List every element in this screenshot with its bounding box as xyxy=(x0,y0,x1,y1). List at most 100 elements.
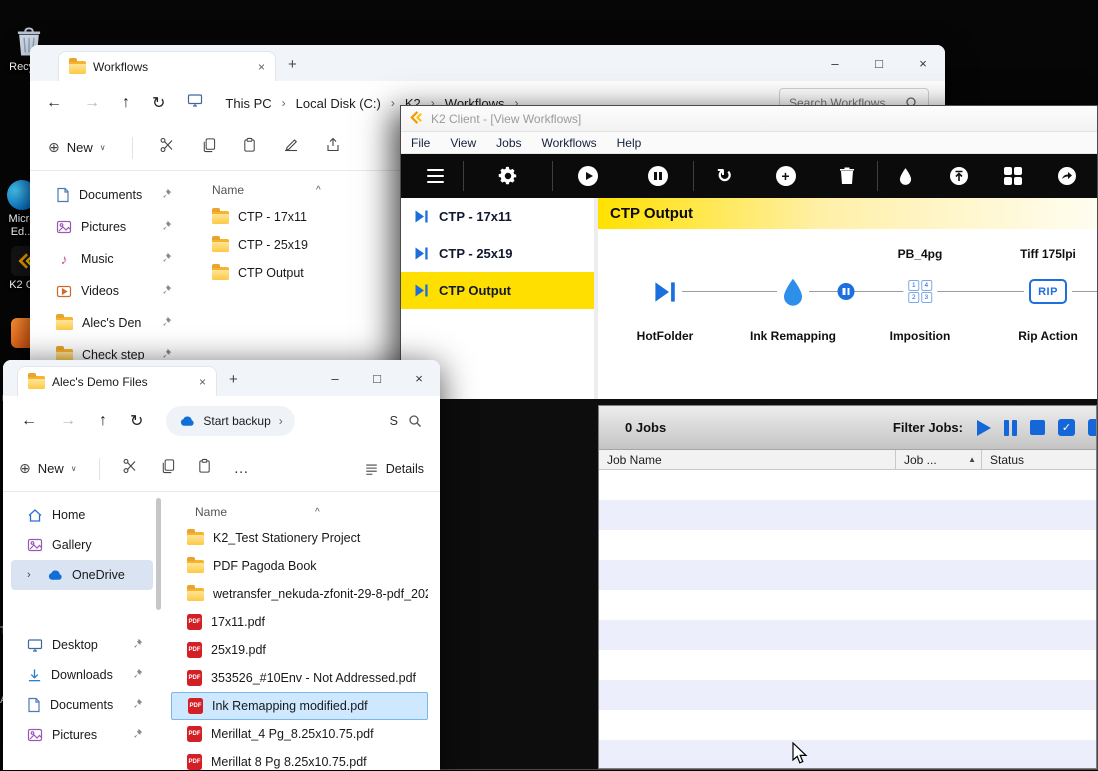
filter-stop-icon[interactable] xyxy=(1030,420,1045,435)
chevron-right-icon[interactable]: › xyxy=(282,96,286,110)
paste-button[interactable] xyxy=(242,137,257,158)
ink-remapping-node[interactable] xyxy=(777,273,809,310)
column-job-number[interactable]: Job ... ▲ xyxy=(896,450,982,469)
pin-icon xyxy=(161,188,172,202)
menu-help[interactable]: Help xyxy=(607,136,652,150)
sidebar-item-pictures[interactable]: Pictures xyxy=(30,211,186,243)
sidebar-item-desktop[interactable]: Desktop xyxy=(11,630,153,660)
forward-button[interactable]: → xyxy=(84,94,100,112)
filter-clipped-icon[interactable] xyxy=(1088,419,1096,436)
filter-pause-icon[interactable] xyxy=(1004,419,1017,436)
copy-button[interactable] xyxy=(201,137,216,158)
sidebar-item-gallery[interactable]: Gallery xyxy=(11,530,153,560)
hotfolder-node[interactable] xyxy=(648,273,682,310)
delete-button[interactable] xyxy=(816,167,877,185)
workflow-item-selected[interactable]: CTP Output xyxy=(401,272,594,309)
jobs-table-body[interactable] xyxy=(599,470,1096,768)
close-button[interactable]: × xyxy=(901,45,945,81)
tab-workflows[interactable]: Workflows × xyxy=(58,51,276,81)
start-backup-button[interactable]: Start backup › xyxy=(166,406,295,436)
upload-button[interactable] xyxy=(932,166,986,186)
music-icon: ♪ xyxy=(60,251,68,267)
column-status[interactable]: Status xyxy=(982,450,1096,469)
new-tab-button[interactable]: + xyxy=(229,371,238,388)
sidebar-item-music[interactable]: ♪ Music xyxy=(30,243,186,275)
file-row[interactable]: 25x19.pdf xyxy=(171,636,428,664)
pause-badge-icon[interactable] xyxy=(837,283,855,300)
minimize-button[interactable]: – xyxy=(813,45,857,81)
file-row[interactable]: Merillat 8 Pg 8.25x10.75.pdf xyxy=(171,748,428,770)
expander-chevron-icon[interactable]: › xyxy=(27,569,37,581)
new-button[interactable]: ⊕ New ∨ xyxy=(19,460,77,477)
filter-checkbox-icon[interactable]: ✓ xyxy=(1058,419,1075,436)
back-button[interactable]: ← xyxy=(21,412,37,430)
filter-play-icon[interactable] xyxy=(977,419,991,436)
minimize-button[interactable]: – xyxy=(314,360,356,396)
file-row[interactable]: 353526_#10Env - Not Addressed.pdf xyxy=(171,664,428,692)
sidebar-item-documents[interactable]: Documents xyxy=(30,179,186,211)
menu-jobs[interactable]: Jobs xyxy=(486,136,531,150)
file-row[interactable]: 17x11.pdf xyxy=(171,608,428,636)
cut-button[interactable] xyxy=(159,137,175,158)
pause-button[interactable] xyxy=(623,166,693,186)
breadcrumb-this-pc[interactable]: This PC xyxy=(225,96,271,111)
back-button[interactable]: ← xyxy=(46,94,62,112)
menu-file[interactable]: File xyxy=(401,136,440,150)
column-job-name[interactable]: Job Name xyxy=(599,450,896,469)
cut-button[interactable] xyxy=(122,458,138,479)
paste-button[interactable] xyxy=(197,458,212,479)
sidebar-scrollbar[interactable] xyxy=(156,498,161,610)
refresh-button[interactable]: ↻ xyxy=(152,93,165,113)
menu-workflows[interactable]: Workflows xyxy=(532,136,607,150)
start-button[interactable] xyxy=(553,166,623,186)
workflow-item[interactable]: CTP - 25x19 xyxy=(401,235,594,272)
close-button[interactable]: × xyxy=(398,360,440,396)
maximize-button[interactable]: □ xyxy=(857,45,901,81)
file-row[interactable]: wetransfer_nekuda-zfonit-29-8-pdf_2025 xyxy=(171,580,428,608)
jobs-panel: 0 Jobs Filter Jobs: ✓ Job Name Job ... ▲ xyxy=(598,405,1097,769)
search-input[interactable]: S xyxy=(390,414,422,428)
forward-button[interactable]: → xyxy=(60,412,76,430)
refresh-button[interactable]: ↻ xyxy=(694,165,755,188)
sidebar-item-documents[interactable]: Documents xyxy=(11,690,153,720)
tab-close-icon[interactable]: × xyxy=(250,60,265,74)
new-button[interactable]: ⊕ New ∨ xyxy=(48,139,106,156)
sidebar-item-downloads[interactable]: Downloads xyxy=(11,660,153,690)
rename-button[interactable] xyxy=(283,137,299,158)
copy-button[interactable] xyxy=(160,458,175,479)
sidebar-item-pictures[interactable]: Pictures xyxy=(11,720,153,750)
imposition-node[interactable]: 1423 xyxy=(903,273,937,310)
details-view-button[interactable]: Details xyxy=(364,462,424,476)
up-button[interactable]: ↑ xyxy=(122,94,130,112)
add-button[interactable]: + xyxy=(755,166,816,186)
workflow-item[interactable]: CTP - 17x11 xyxy=(401,198,594,235)
settings-button[interactable] xyxy=(464,165,552,187)
tab-demo-files[interactable]: Alec's Demo Files × xyxy=(17,366,217,396)
rip-action-node[interactable]: RIP xyxy=(1024,273,1072,310)
column-header-name[interactable]: Name ^ xyxy=(171,500,440,524)
menu-toggle-button[interactable] xyxy=(407,168,463,184)
file-row[interactable]: PDF Pagoda Book xyxy=(171,552,428,580)
breadcrumb-local-disk[interactable]: Local Disk (C:) xyxy=(296,96,381,111)
workflow-item-label: CTP - 25x19 xyxy=(439,246,513,261)
chevron-right-icon[interactable]: › xyxy=(391,96,395,110)
file-row-selected[interactable]: Ink Remapping modified.pdf xyxy=(171,692,428,720)
modules-button[interactable] xyxy=(986,166,1040,186)
titlebar[interactable]: K2 Client - [View Workflows] xyxy=(401,106,1097,132)
maximize-button[interactable]: □ xyxy=(356,360,398,396)
export-button[interactable] xyxy=(1040,166,1094,186)
sidebar-item-alecs-den[interactable]: Alec's Den xyxy=(30,307,186,339)
up-button[interactable]: ↑ xyxy=(99,412,107,430)
share-button[interactable] xyxy=(325,137,341,158)
sidebar-item-home[interactable]: Home xyxy=(11,500,153,530)
file-row[interactable]: Merillat_4 Pg_8.25x10.75.pdf xyxy=(171,720,428,748)
more-options-button[interactable]: … xyxy=(234,460,249,477)
refresh-button[interactable]: ↻ xyxy=(130,411,143,431)
tab-close-icon[interactable]: × xyxy=(191,375,206,389)
new-tab-button[interactable]: + xyxy=(288,56,297,73)
file-row[interactable]: K2_Test Stationery Project xyxy=(171,524,428,552)
sidebar-item-onedrive[interactable]: › OneDrive xyxy=(11,560,153,590)
menu-view[interactable]: View xyxy=(440,136,486,150)
ink-button[interactable] xyxy=(878,167,932,185)
sidebar-item-videos[interactable]: Videos xyxy=(30,275,186,307)
